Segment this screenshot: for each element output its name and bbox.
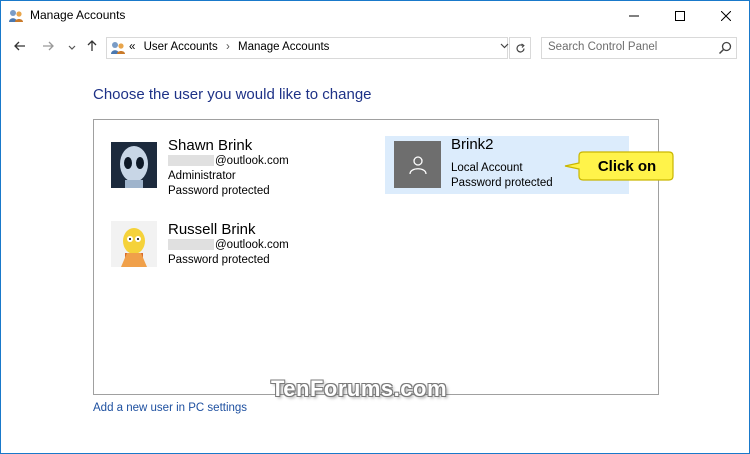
recent-locations-button[interactable] [62,39,82,55]
up-button[interactable] [82,39,102,55]
back-arrow-icon [14,41,25,51]
minimize-icon [629,15,639,17]
close-icon [721,11,731,21]
maximize-icon [675,11,685,21]
breadcrumb-user-accounts[interactable]: User Accounts [144,41,218,53]
search-box[interactable] [541,37,737,59]
address-dropdown-button[interactable] [500,41,509,53]
manage-accounts-window: Manage Accounts « User Accounts › Manage… [0,0,750,454]
account-password-status: Password protected [168,254,270,266]
cartoon-avatar [111,221,157,267]
navigation-bar: « User Accounts › Manage Accounts [1,31,749,67]
add-new-user-link[interactable]: Add a new user in PC settings [93,402,247,414]
user-accounts-icon [9,10,23,22]
account-name: Shawn Brink [168,137,253,154]
user-accounts-icon [111,42,125,54]
user-icon [408,155,427,174]
minimize-button[interactable] [611,1,657,31]
address-bar[interactable]: « User Accounts › Manage Accounts [106,37,509,59]
breadcrumb-overflow[interactable]: « [129,41,135,53]
account-password-status: Password protected [451,177,553,189]
account-email: @outlook.com [168,155,289,167]
account-type: Local Account [451,162,523,174]
account-email: @outlook.com [168,239,289,251]
redacted-email [168,155,214,167]
search-input[interactable] [548,41,708,53]
account-russell-brink[interactable]: Russell Brink @outlook.com Password prot… [111,221,311,271]
forward-button[interactable] [38,39,58,55]
default-user-avatar [394,141,441,188]
refresh-button[interactable] [509,37,531,59]
breadcrumb-manage-accounts[interactable]: Manage Accounts [238,41,329,53]
watermark: TenForums.com [271,376,448,401]
account-type: Administrator [168,170,236,182]
account-shawn-brink[interactable]: Shawn Brink @outlook.com Administrator P… [111,137,311,199]
window-title: Manage Accounts [30,8,126,22]
click-on-callout: Click on [563,150,675,182]
page-title: Choose the user you would like to change [93,86,372,103]
close-button[interactable] [703,1,749,31]
account-name: Russell Brink [168,221,256,238]
search-icon[interactable] [718,41,732,55]
breadcrumb-separator-icon[interactable]: › [226,41,230,53]
title-bar[interactable]: Manage Accounts [1,1,749,31]
chevron-down-icon [68,45,76,50]
account-name: Brink2 [451,136,494,153]
account-password-status: Password protected [168,185,270,197]
forward-arrow-icon [43,41,54,51]
refresh-icon [515,42,525,52]
back-button[interactable] [10,39,30,55]
maximize-button[interactable] [657,1,703,31]
breadcrumb: « User Accounts › Manage Accounts [129,41,329,53]
callout-text: Click on [597,157,657,175]
up-arrow-icon [87,40,97,51]
redacted-email [168,239,214,251]
chevron-down-icon [500,43,509,49]
alien-avatar [111,142,157,188]
